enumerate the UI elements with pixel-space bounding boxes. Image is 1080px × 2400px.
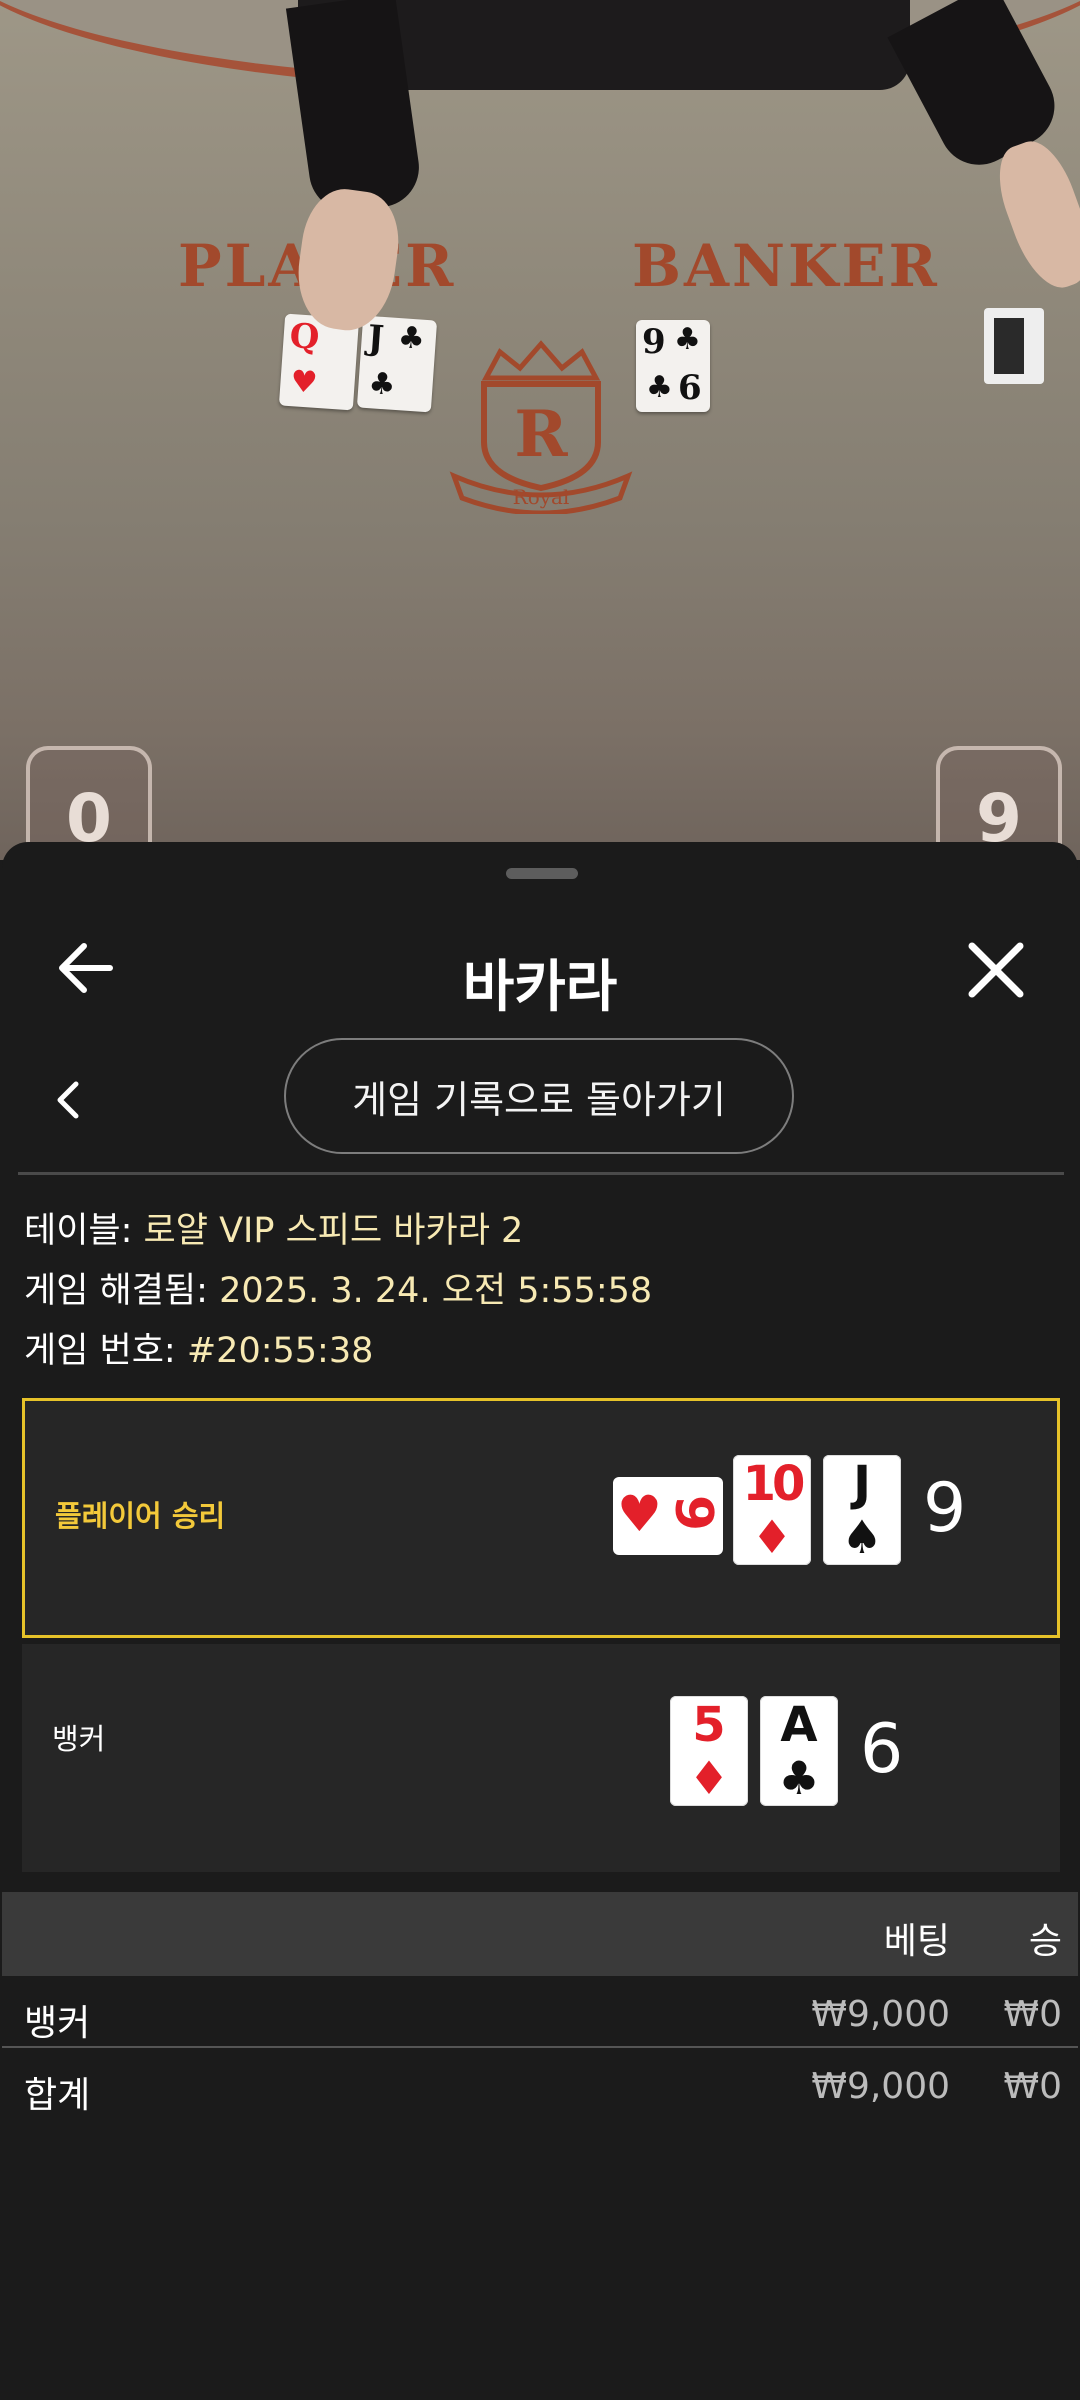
- bet-row-amount: ₩9,000: [811, 1994, 950, 2035]
- info-number-value: #20:55:38: [186, 1331, 374, 1371]
- info-resolved-label: 게임 해결됨:: [24, 1271, 208, 1311]
- player-card-3-suit: ♠: [841, 1510, 883, 1564]
- banker-score: 6: [860, 1710, 904, 1789]
- player-result-label: 플레이어 승리: [55, 1499, 226, 1533]
- bet-row-name: 뱅커: [24, 2003, 91, 2044]
- info-number-line: 게임 번호: #20:55:38: [24, 1322, 373, 1373]
- banker-card-1-suit: ♦: [688, 1751, 730, 1805]
- close-icon[interactable]: [960, 934, 1032, 1006]
- page-title: 바카라: [462, 955, 618, 1020]
- game-detail-sheet: 바카라 게임 기록으로 돌아가기 테이블: 로얄 VIP 스피드 바카라 2 게…: [2, 842, 1078, 2400]
- player-card-1: ♥ 9: [613, 1477, 723, 1555]
- player-card-2-rank: 10: [742, 1456, 806, 1512]
- bet-row-win: ₩0: [1003, 1994, 1063, 2035]
- dealer-left-hand: [290, 184, 406, 336]
- svg-text:R: R: [514, 397, 568, 472]
- banker-card-1: 5 ♦: [670, 1696, 748, 1806]
- divider: [18, 1172, 1064, 1175]
- banker-result-box: 뱅커 5 ♦ A ♣ 6: [22, 1644, 1060, 1872]
- total-row-win: ₩0: [1003, 2066, 1063, 2107]
- player-card-1-rank: 9: [662, 1494, 723, 1532]
- back-to-history-button[interactable]: 게임 기록으로 돌아가기: [284, 1038, 794, 1154]
- sheet-drag-handle[interactable]: [506, 868, 578, 879]
- bets-col-bet: 베팅: [883, 1921, 950, 1962]
- player-card-2: 10 ♦: [733, 1455, 811, 1565]
- history-nav-row: 게임 기록으로 돌아가기: [2, 1038, 1078, 1166]
- bets-table-header: 베팅 승: [2, 1892, 1078, 1976]
- player-score: 9: [923, 1469, 967, 1548]
- info-table-line: 테이블: 로얄 VIP 스피드 바카라 2: [24, 1202, 523, 1253]
- info-resolved-line: 게임 해결됨: 2025. 3. 24. 오전 5:55:58: [24, 1262, 652, 1313]
- divider: [2, 2046, 1078, 2048]
- banker-card-2: A ♣: [760, 1696, 838, 1806]
- card-shoe: [984, 308, 1044, 384]
- player-result-box: 플레이어 승리 ♥ 9 10 ♦ J ♠ 9: [22, 1398, 1060, 1638]
- player-card-3: J ♠: [823, 1455, 901, 1565]
- banker-card-2-suit: ♣: [778, 1751, 820, 1805]
- total-row-amount: ₩9,000: [811, 2066, 950, 2107]
- felt-banker-label: BANKER: [632, 232, 940, 300]
- banker-card-1-rank: 5: [692, 1697, 726, 1753]
- banker-result-label: 뱅커: [52, 1722, 106, 1756]
- table-card-banker-9: 9 ♣ ♣ 6: [636, 320, 710, 412]
- total-row-name: 합계: [24, 2075, 91, 2116]
- table-row-total: 합계 ₩9,000 ₩0: [2, 2052, 1078, 2124]
- banker-card-2-rank: A: [780, 1697, 818, 1753]
- svg-text:Royal: Royal: [513, 485, 570, 509]
- bets-col-win: 승: [1028, 1921, 1062, 1962]
- table-row: 뱅커 ₩9,000 ₩0: [2, 1980, 1078, 2052]
- royal-crest-logo: R Royal: [449, 340, 633, 514]
- player-card-2-suit: ♦: [751, 1510, 793, 1564]
- player-card-3-rank: J: [853, 1456, 871, 1512]
- info-table-value: 로얄 VIP 스피드 바카라 2: [143, 1211, 524, 1251]
- info-number-label: 게임 번호:: [24, 1331, 176, 1371]
- chevron-left-icon[interactable]: [50, 1078, 86, 1122]
- player-card-1-suit: ♥: [617, 1485, 662, 1543]
- info-resolved-value: 2025. 3. 24. 오전 5:55:58: [219, 1271, 653, 1311]
- live-table-video: PLAYER BANKER Q♥ J♣ ♣ 9♣ ♣6 R Royal 0 9: [0, 0, 1080, 860]
- info-table-label: 테이블:: [24, 1211, 133, 1251]
- table-card-player-j: J ♣ ♣: [356, 315, 438, 413]
